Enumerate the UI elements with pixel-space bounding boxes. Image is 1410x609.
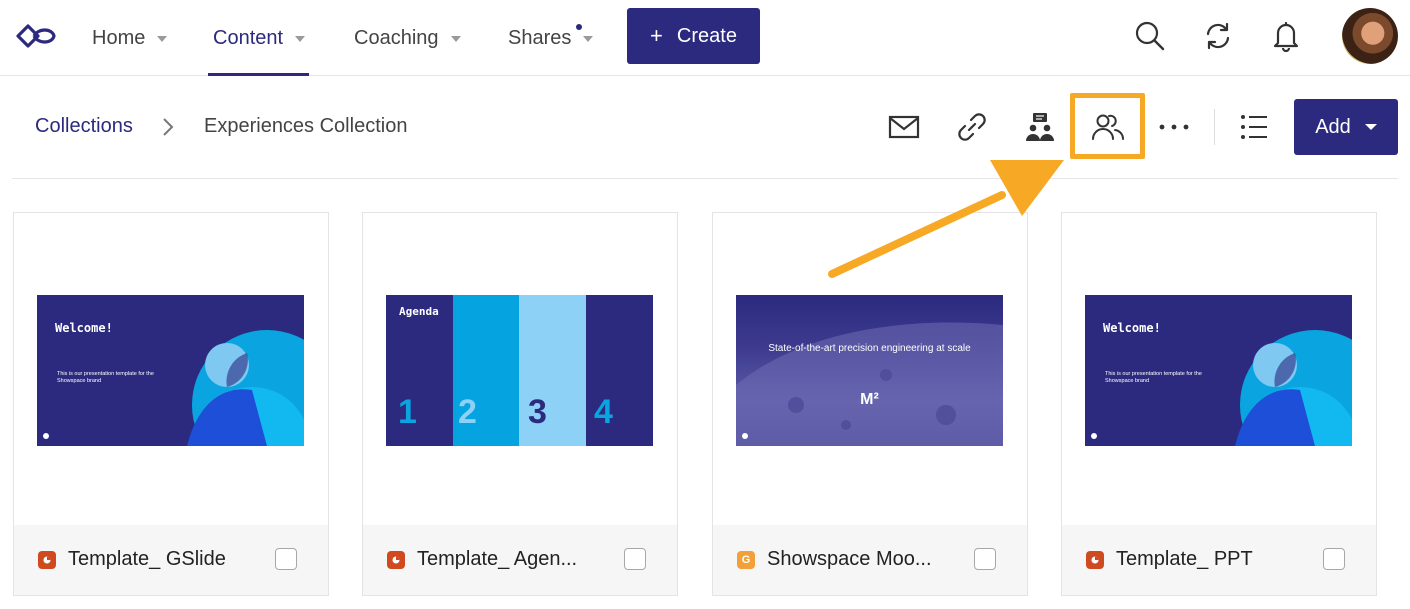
slide-title: Welcome! <box>55 321 113 335</box>
nav-shares-label: Shares <box>508 26 572 49</box>
card-footer: Template_ GSlide <box>14 525 328 595</box>
card-checkbox[interactable] <box>624 548 646 570</box>
search-icon <box>1135 21 1165 51</box>
agenda-number: 4 <box>594 393 613 431</box>
nav-home[interactable]: Home <box>92 0 168 76</box>
plus-icon: + <box>650 23 663 48</box>
slide-mark: M² <box>860 391 879 408</box>
card-checkbox[interactable] <box>275 548 297 570</box>
presenter-group-icon <box>1026 113 1054 141</box>
agenda-number: 1 <box>398 393 417 431</box>
sync-icon <box>1206 22 1230 50</box>
card-footer: G Showspace Moo... <box>713 525 1027 595</box>
sync-button[interactable] <box>1200 18 1236 54</box>
card-filename: Showspace Moo... <box>767 548 932 570</box>
agenda-number: 3 <box>528 393 547 431</box>
slide-title: Agenda <box>399 305 439 318</box>
ppt-icon <box>387 551 405 569</box>
content-card[interactable]: Agenda 1 2 3 4 Template_ Agen... <box>362 212 678 596</box>
more-options-button[interactable] <box>1154 107 1194 147</box>
list-view-button[interactable] <box>1234 107 1274 147</box>
ellipsis-icon <box>1159 124 1189 130</box>
chevron-down-icon <box>295 36 306 42</box>
content-card[interactable]: Welcome! This is our presentation templa… <box>1061 212 1377 596</box>
slide-title: Welcome! <box>1103 321 1161 335</box>
nav-content[interactable]: Content <box>208 0 310 76</box>
card-checkbox[interactable] <box>1323 548 1345 570</box>
slide-body: This is our presentation template for th… <box>1105 371 1202 384</box>
card-footer: Template_ Agen... <box>363 525 677 595</box>
nav-coaching-label: Coaching <box>354 26 439 49</box>
bell-icon <box>1273 21 1299 52</box>
slide-thumbnail: State-of-the-art precision engineering a… <box>736 295 1003 446</box>
add-button[interactable]: Add <box>1294 99 1398 155</box>
card-footer: Template_ PPT <box>1062 525 1376 595</box>
slide-thumbnail: Welcome! This is our presentation templa… <box>1085 295 1352 446</box>
chevron-down-icon <box>583 36 594 42</box>
notification-dot <box>576 24 582 30</box>
slide-thumbnail: Agenda 1 2 3 4 <box>386 295 653 446</box>
breadcrumb-collections-link[interactable]: Collections <box>35 115 133 138</box>
chevron-down-icon <box>1364 124 1377 130</box>
nav-shares[interactable]: Shares <box>508 0 594 76</box>
slide-body: This is our presentation template for th… <box>57 371 154 384</box>
nav-coaching[interactable]: Coaching <box>354 0 461 76</box>
gslide-icon: G <box>737 551 755 569</box>
breadcrumb-current: Experiences Collection <box>204 115 408 137</box>
highlight-callout-box <box>1070 93 1145 159</box>
agenda-number: 2 <box>458 393 477 431</box>
ppt-icon <box>1086 551 1104 569</box>
chevron-down-icon <box>157 36 168 42</box>
card-filename: Template_ PPT <box>1116 548 1253 570</box>
slide-title: State-of-the-art precision engineering a… <box>768 343 971 354</box>
chevron-down-icon <box>450 36 461 42</box>
notifications-button[interactable] <box>1268 18 1304 54</box>
create-button-label: Create <box>676 24 737 47</box>
envelope-icon <box>888 115 920 139</box>
moon-surface-graphic <box>736 322 1003 446</box>
active-tab-indicator <box>208 73 310 76</box>
content-card[interactable]: Welcome! This is our presentation templa… <box>13 212 329 596</box>
slide-thumbnail: Welcome! This is our presentation templa… <box>37 295 304 446</box>
card-checkbox[interactable] <box>974 548 996 570</box>
ppt-icon <box>38 551 56 569</box>
email-button[interactable] <box>884 107 924 147</box>
create-button[interactable]: + Create <box>627 8 760 64</box>
link-icon <box>958 113 986 141</box>
app-logo-icon[interactable] <box>12 22 60 50</box>
nav-home-label: Home <box>92 26 146 49</box>
card-filename: Template_ Agen... <box>417 548 578 570</box>
copy-link-button[interactable] <box>952 107 992 147</box>
add-button-label: Add <box>1315 115 1351 138</box>
content-card[interactable]: State-of-the-art precision engineering a… <box>712 212 1028 596</box>
card-filename: Template_ GSlide <box>68 548 226 570</box>
user-avatar[interactable] <box>1342 8 1398 64</box>
top-navigation: Home Content Coaching Shares + Create <box>0 0 1410 76</box>
breadcrumb-toolbar: Collections Experiences Collection Add <box>12 77 1398 179</box>
coaching-button[interactable] <box>1020 107 1060 147</box>
toolbar-divider <box>1214 109 1215 145</box>
nav-content-label: Content <box>213 26 284 49</box>
list-icon <box>1241 115 1267 139</box>
chevron-right-icon <box>163 118 174 136</box>
search-button[interactable] <box>1132 18 1168 54</box>
